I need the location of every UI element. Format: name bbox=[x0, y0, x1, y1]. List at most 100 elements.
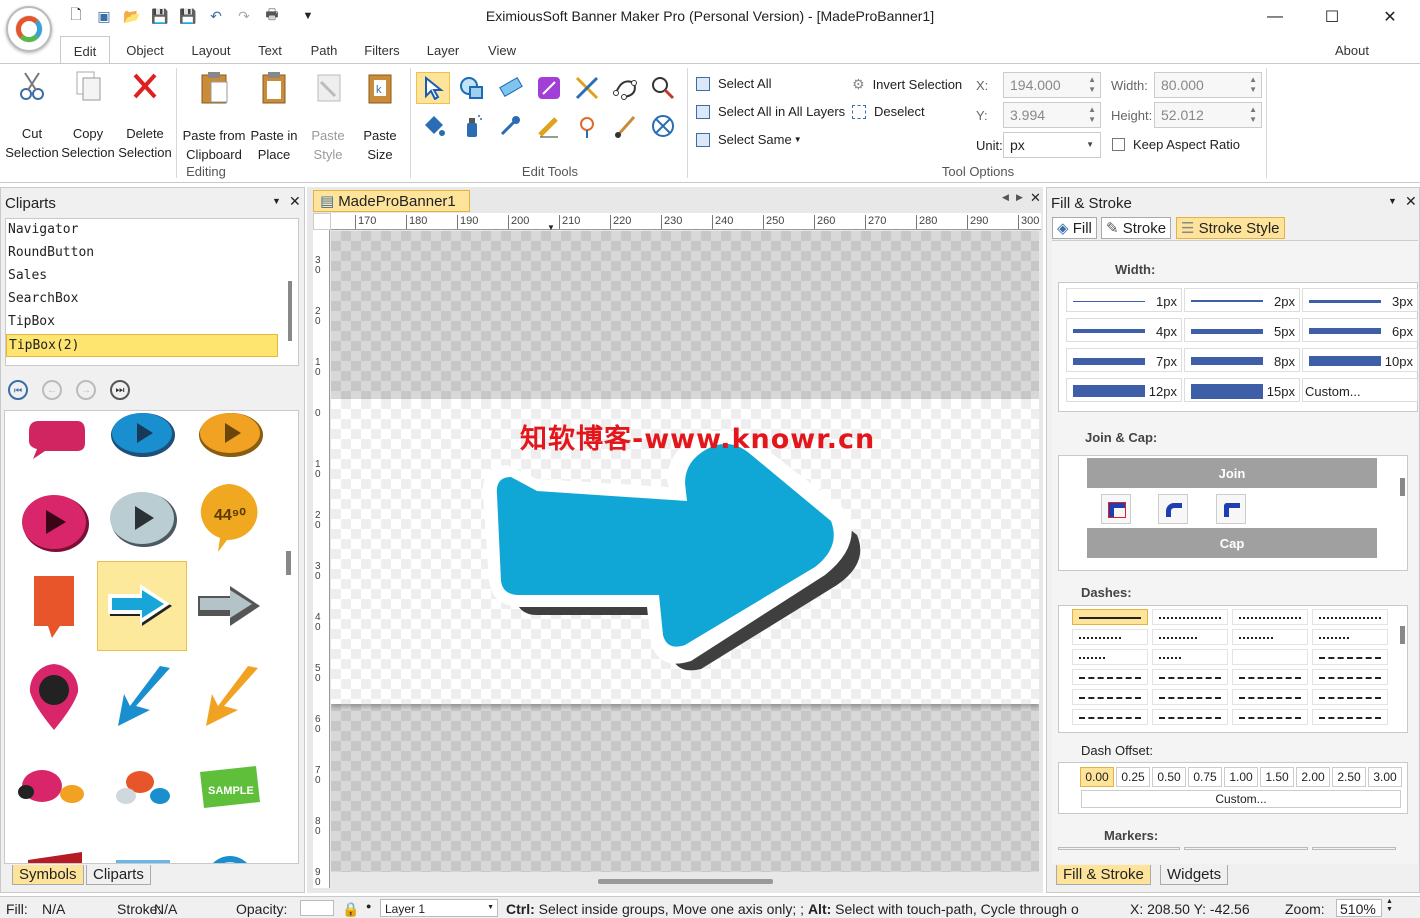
stroke-width-option[interactable]: 10px bbox=[1302, 348, 1418, 372]
close-icon[interactable]: ✕ bbox=[1405, 193, 1417, 210]
arrow-clipart-object[interactable] bbox=[471, 431, 891, 691]
stroke-width-option[interactable]: 2px bbox=[1184, 288, 1300, 312]
dash-pattern-option[interactable] bbox=[1072, 609, 1148, 625]
dash-pattern-option[interactable] bbox=[1072, 689, 1148, 705]
stroke-width-option[interactable]: 8px bbox=[1184, 348, 1300, 372]
tab-object[interactable]: Object bbox=[118, 36, 172, 64]
scrollbar[interactable] bbox=[286, 551, 291, 575]
list-item[interactable]: Sales bbox=[6, 265, 298, 288]
invert-selection-button[interactable]: ⚙ Invert Selection bbox=[852, 76, 962, 93]
clipart-thumbnail[interactable] bbox=[97, 471, 187, 561]
dash-pattern-option[interactable] bbox=[1152, 709, 1228, 725]
copy-selection-button[interactable]: Copy Selection bbox=[60, 70, 116, 160]
document-tab[interactable]: ▤ MadeProBanner1 bbox=[313, 190, 470, 212]
tab-symbols[interactable]: Symbols bbox=[12, 865, 84, 885]
last-page-icon[interactable]: ⏭ bbox=[110, 380, 130, 400]
dash-pattern-option[interactable] bbox=[1232, 709, 1308, 725]
clipart-thumbnail[interactable] bbox=[9, 651, 99, 741]
paste-size-button[interactable]: k Paste Size bbox=[354, 70, 406, 162]
dash-offset-option[interactable]: 0.50 bbox=[1152, 767, 1186, 787]
clipart-thumbnail[interactable] bbox=[185, 831, 275, 863]
dash-pattern-option[interactable] bbox=[1232, 649, 1308, 665]
spray-tool-icon[interactable] bbox=[455, 110, 489, 142]
clipart-thumbnail[interactable] bbox=[9, 561, 99, 651]
close-icon[interactable]: ✕ bbox=[289, 193, 301, 210]
clipart-thumbnail[interactable] bbox=[9, 471, 99, 561]
delete-selection-button[interactable]: Delete Selection bbox=[117, 70, 173, 160]
dash-offset-option[interactable]: 0.75 bbox=[1188, 767, 1222, 787]
spinner-arrows-icon[interactable]: ▲ ▼ bbox=[1088, 105, 1096, 125]
tab-widgets[interactable]: Widgets bbox=[1160, 865, 1229, 885]
tab-edit[interactable]: Edit bbox=[60, 36, 110, 64]
spinner-arrows-icon[interactable]: ▲ ▼ bbox=[1249, 75, 1257, 95]
unit-select[interactable]: px ▼ bbox=[1003, 132, 1101, 158]
tab-view[interactable]: View bbox=[482, 36, 522, 64]
minimize-button[interactable]: — bbox=[1253, 4, 1297, 30]
dash-offset-option[interactable]: 2.00 bbox=[1296, 767, 1330, 787]
brush-tool-icon[interactable] bbox=[608, 110, 642, 142]
paint-bucket-icon[interactable] bbox=[416, 110, 450, 142]
zoom-input[interactable]: 510% bbox=[1336, 899, 1382, 917]
width-input[interactable]: 80.000 ▲ ▼ bbox=[1154, 72, 1262, 98]
clipart-thumbnail[interactable] bbox=[9, 741, 99, 831]
list-item[interactable]: SearchBox bbox=[6, 288, 298, 311]
stroke-width-option[interactable]: 15px bbox=[1184, 378, 1300, 402]
dash-pattern-option[interactable] bbox=[1152, 689, 1228, 705]
stroke-width-option[interactable]: 1px bbox=[1066, 288, 1182, 312]
scrollbar[interactable] bbox=[1400, 626, 1405, 644]
miter-join-icon[interactable] bbox=[1101, 494, 1131, 524]
clipart-thumbnail[interactable] bbox=[185, 561, 275, 651]
spinner-arrows-icon[interactable]: ▲ ▼ bbox=[1249, 105, 1257, 125]
clipart-thumbnail[interactable] bbox=[185, 651, 275, 741]
dash-offset-option[interactable]: 3.00 bbox=[1368, 767, 1402, 787]
clipart-thumbnail[interactable]: SAMPLE bbox=[185, 741, 275, 831]
dash-pattern-option[interactable] bbox=[1072, 709, 1148, 725]
dash-offset-option[interactable]: 1.00 bbox=[1224, 767, 1258, 787]
paste-in-place-button[interactable]: Paste in Place bbox=[248, 70, 300, 162]
round-join-icon[interactable] bbox=[1158, 494, 1188, 524]
stroke-width-option[interactable]: 4px bbox=[1066, 318, 1182, 342]
list-item-selected[interactable]: TipBox(2) bbox=[6, 334, 278, 357]
previous-page-icon[interactable]: ← bbox=[42, 380, 62, 400]
select-all-layers-button[interactable]: Select All in All Layers bbox=[696, 104, 845, 119]
opacity-input[interactable] bbox=[300, 900, 334, 916]
dropper-tool-icon[interactable] bbox=[493, 110, 527, 142]
stroke-width-option[interactable]: Custom... bbox=[1302, 378, 1418, 402]
dash-pattern-option[interactable] bbox=[1312, 669, 1388, 685]
clipart-thumbnail[interactable]: 44⁹⁰ bbox=[185, 471, 275, 561]
select-all-button[interactable]: Select All bbox=[696, 76, 771, 91]
clipart-thumbnail[interactable] bbox=[97, 411, 187, 471]
dash-pattern-option[interactable] bbox=[1312, 609, 1388, 625]
keep-aspect-checkbox[interactable]: Keep Aspect Ratio bbox=[1112, 137, 1240, 152]
first-page-icon[interactable]: ⏮ bbox=[8, 380, 28, 400]
dash-offset-option[interactable]: 1.50 bbox=[1260, 767, 1294, 787]
clipart-thumbnail[interactable] bbox=[9, 831, 99, 863]
clipart-thumbnail[interactable] bbox=[9, 411, 99, 471]
dash-pattern-option[interactable] bbox=[1072, 649, 1148, 665]
dash-pattern-option[interactable] bbox=[1152, 609, 1228, 625]
spinner-arrows-icon[interactable]: ▲ ▼ bbox=[1088, 75, 1096, 95]
scrollbar[interactable] bbox=[1400, 478, 1405, 496]
dash-pattern-option[interactable] bbox=[1152, 669, 1228, 685]
list-item[interactable]: RoundButton bbox=[6, 242, 298, 265]
chevron-down-icon[interactable]: ▼ bbox=[1388, 196, 1397, 206]
node-tool-icon[interactable] bbox=[532, 72, 566, 104]
close-document-icon[interactable]: ✕ bbox=[1030, 190, 1041, 206]
bevel-join-icon[interactable] bbox=[1216, 494, 1246, 524]
dash-pattern-option[interactable] bbox=[1072, 629, 1148, 645]
list-item[interactable]: TipBox bbox=[6, 311, 298, 334]
deselect-button[interactable]: Deselect bbox=[852, 104, 925, 119]
zoom-spinner-icon[interactable]: ▲ ▼ bbox=[1386, 898, 1393, 914]
close-button[interactable]: ✕ bbox=[1368, 4, 1412, 30]
select-same-dropdown[interactable]: Select Same ▼ bbox=[696, 132, 802, 147]
connector-tool-icon[interactable] bbox=[646, 110, 680, 142]
clipart-thumbnail[interactable] bbox=[97, 651, 187, 741]
cut-selection-button[interactable]: Cut Selection bbox=[4, 70, 60, 160]
eraser-tool-icon[interactable] bbox=[493, 72, 527, 104]
shape-tool-icon[interactable] bbox=[455, 72, 489, 104]
dash-pattern-option[interactable] bbox=[1232, 669, 1308, 685]
tab-cliparts[interactable]: Cliparts bbox=[86, 865, 151, 885]
tab-filters[interactable]: Filters bbox=[360, 36, 404, 64]
dash-offset-option[interactable]: 2.50 bbox=[1332, 767, 1366, 787]
dash-pattern-option[interactable] bbox=[1232, 689, 1308, 705]
